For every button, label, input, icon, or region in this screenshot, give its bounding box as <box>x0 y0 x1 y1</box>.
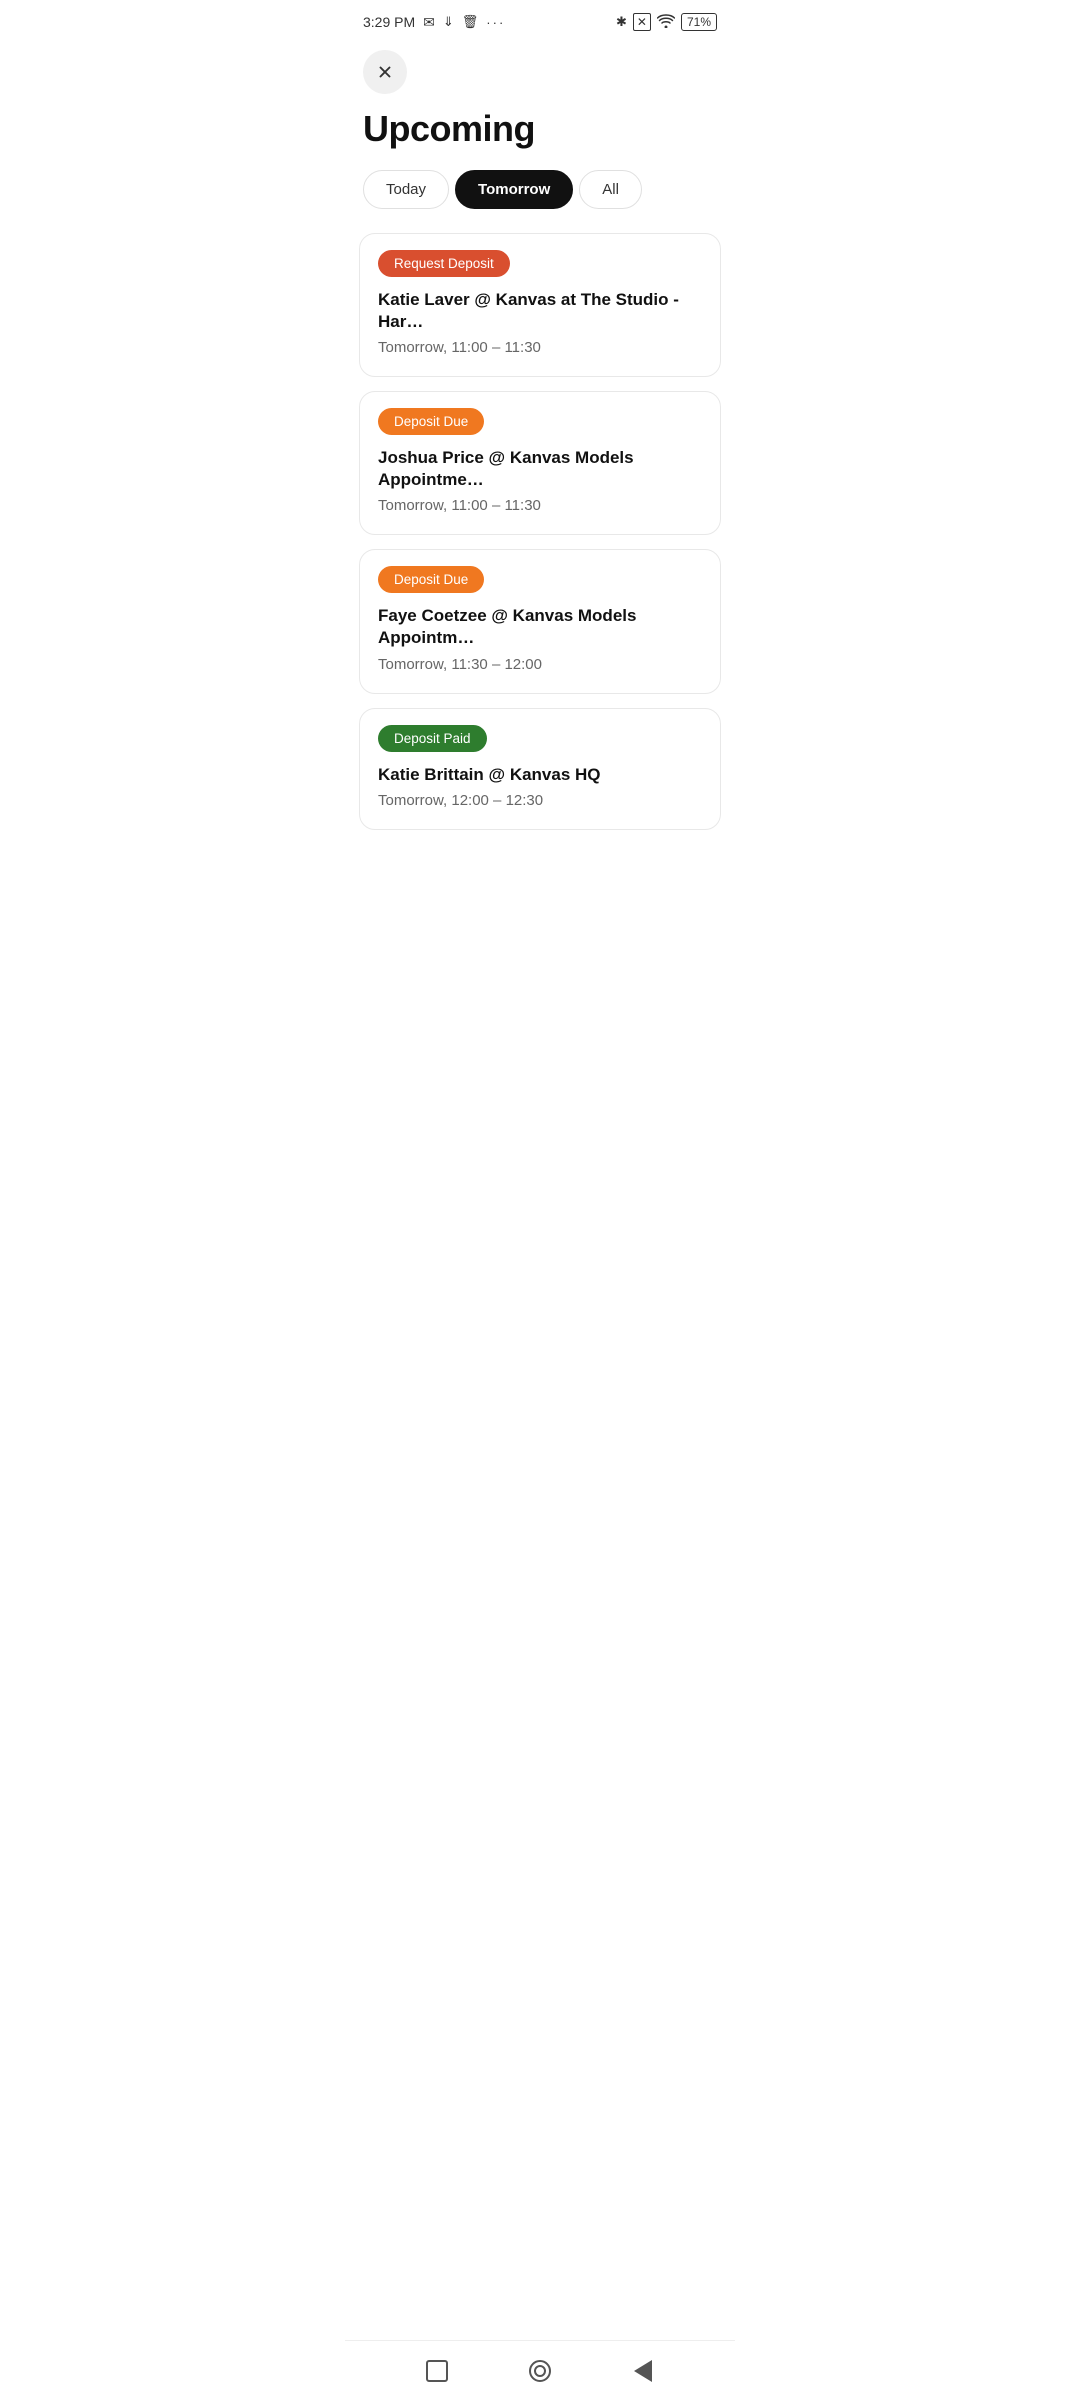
badge-deposit-due: Deposit Due <box>378 566 484 593</box>
mail-icon: ✉ <box>423 14 435 31</box>
badge-deposit-due: Deposit Due <box>378 408 484 435</box>
appointment-card[interactable]: Request Deposit Katie Laver @ Kanvas at … <box>359 233 721 377</box>
appointment-title: Joshua Price @ Kanvas Models Appointme… <box>378 447 702 491</box>
bottom-nav <box>345 2340 735 2400</box>
page-title: Upcoming <box>345 104 735 170</box>
appointment-card[interactable]: Deposit Paid Katie Brittain @ Kanvas HQ … <box>359 708 721 830</box>
appointment-time: Tomorrow, 11:00 – 11:30 <box>378 497 702 514</box>
appointment-time: Tomorrow, 12:00 – 12:30 <box>378 792 702 809</box>
badge-request-deposit: Request Deposit <box>378 250 510 277</box>
battery-icon: 71% <box>681 13 717 31</box>
appointment-title: Katie Laver @ Kanvas at The Studio - Har… <box>378 289 702 333</box>
badge-deposit-paid: Deposit Paid <box>378 725 487 752</box>
appointment-card[interactable]: Deposit Due Faye Coetzee @ Kanvas Models… <box>359 549 721 693</box>
download-icon: ⇓ <box>443 14 454 30</box>
filter-tab-today[interactable]: Today <box>363 170 449 209</box>
nav-back-button[interactable] <box>628 2356 658 2386</box>
appointment-title: Katie Brittain @ Kanvas HQ <box>378 764 702 786</box>
delete-icon: 🗑 <box>462 14 479 30</box>
filter-tab-all[interactable]: All <box>579 170 642 209</box>
status-bar: 3:29 PM ✉ ⇓ 🗑 ··· ✱ ✕ 71% <box>345 0 735 40</box>
close-x-icon: ✕ <box>633 13 651 31</box>
filter-tab-tomorrow[interactable]: Tomorrow <box>455 170 573 209</box>
square-icon <box>426 2360 448 2382</box>
appointment-time: Tomorrow, 11:30 – 12:00 <box>378 656 702 673</box>
nav-home-button[interactable] <box>525 2356 555 2386</box>
status-time: 3:29 PM ✉ ⇓ 🗑 ··· <box>363 14 505 31</box>
bluetooth-icon: ✱ <box>616 14 627 30</box>
circle-icon <box>529 2360 551 2382</box>
status-right-icons: ✱ ✕ 71% <box>616 13 717 31</box>
close-button[interactable] <box>363 50 407 94</box>
appointment-card[interactable]: Deposit Due Joshua Price @ Kanvas Models… <box>359 391 721 535</box>
triangle-back-icon <box>634 2360 652 2382</box>
appointments-list: Request Deposit Katie Laver @ Kanvas at … <box>345 233 735 830</box>
filter-tabs: Today Tomorrow All <box>345 170 735 233</box>
nav-square-button[interactable] <box>422 2356 452 2386</box>
more-icon: ··· <box>486 15 505 30</box>
appointment-title: Faye Coetzee @ Kanvas Models Appointm… <box>378 605 702 649</box>
appointment-time: Tomorrow, 11:00 – 11:30 <box>378 339 702 356</box>
wifi-icon <box>657 14 675 31</box>
